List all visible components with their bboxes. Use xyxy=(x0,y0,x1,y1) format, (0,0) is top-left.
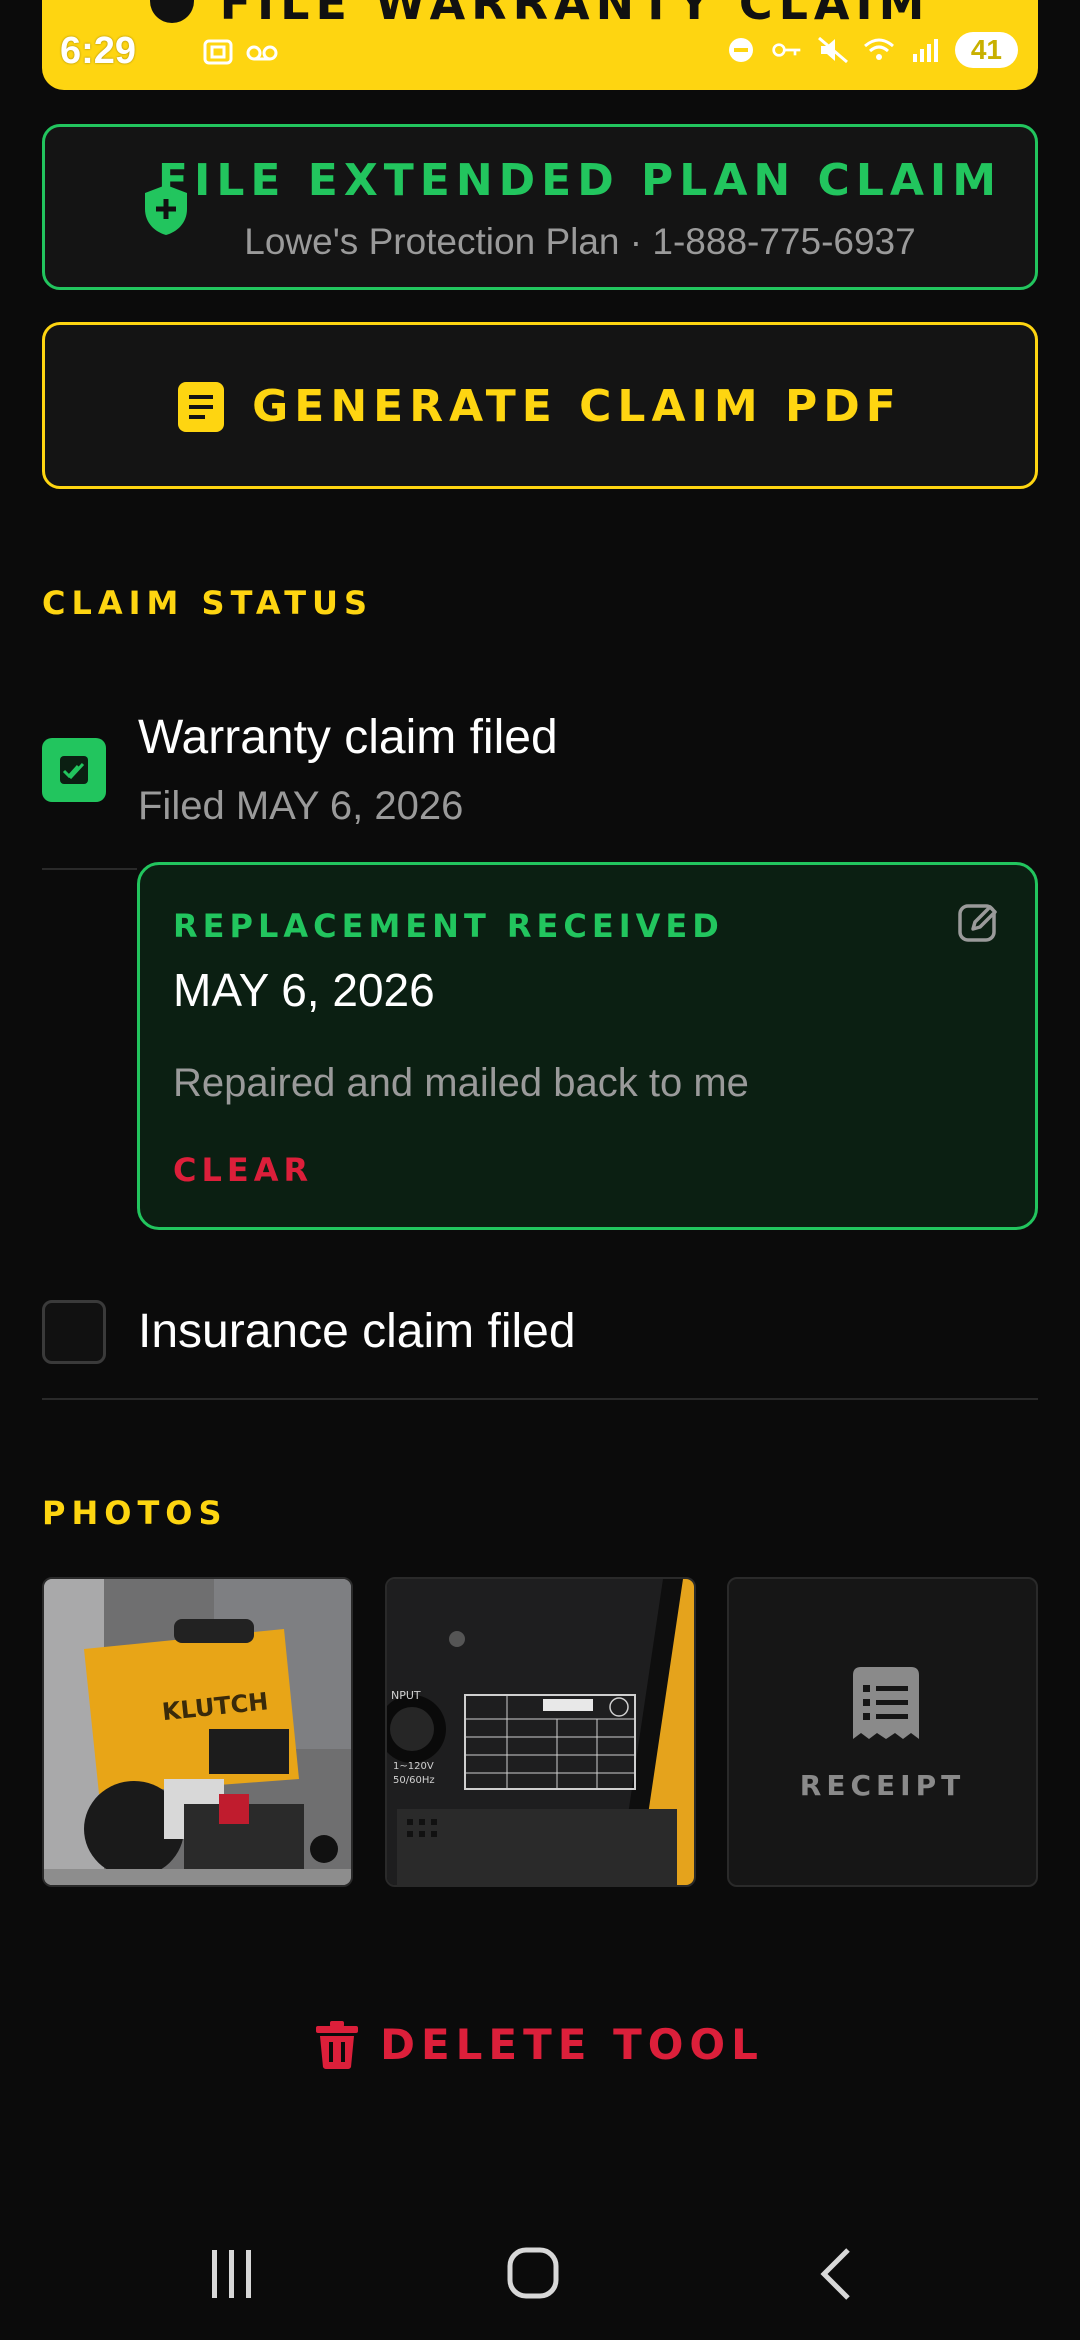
warranty-claim-checkbox[interactable] xyxy=(42,738,106,802)
top-banner: FILE WARRANTY CLAIM 6:29 41 xyxy=(42,0,1038,90)
key-icon xyxy=(772,43,801,57)
insurance-claim-row[interactable]: Insurance claim filed xyxy=(42,1296,1038,1366)
claim-status-header: CLAIM STATUS xyxy=(42,584,374,622)
divider xyxy=(42,1398,1038,1400)
voicemail-icon xyxy=(246,45,278,61)
extended-plan-subtitle: Lowe's Protection Plan · 1-888-775-6937 xyxy=(244,221,916,262)
home-icon[interactable] xyxy=(504,2246,564,2302)
recent-apps-icon[interactable] xyxy=(202,2246,262,2302)
system-nav-bar xyxy=(0,2200,1080,2340)
edit-icon[interactable] xyxy=(957,901,1001,945)
warranty-claim-date: Filed MAY 6, 2026 xyxy=(138,784,464,828)
insurance-claim-checkbox[interactable] xyxy=(42,1300,106,1364)
battery-indicator: 41 xyxy=(954,32,1018,68)
divider xyxy=(42,868,137,870)
photo-welder-label[interactable]: NPUT 1~120V 50/60Hz xyxy=(385,1577,696,1887)
document-icon xyxy=(178,381,225,432)
file-extended-plan-claim-button[interactable]: FILE EXTENDED PLAN CLAIM Lowe's Protecti… xyxy=(42,124,1038,290)
replacement-note: Repaired and mailed back to me xyxy=(173,1061,749,1105)
banner-title: FILE WARRANTY CLAIM xyxy=(42,0,1038,30)
trash-icon xyxy=(316,2020,359,2069)
replacement-heading: REPLACEMENT RECEIVED xyxy=(173,907,724,945)
replacement-date: MAY 6, 2026 xyxy=(173,964,435,1016)
svg-text:NPUT: NPUT xyxy=(391,1689,421,1702)
mute-icon xyxy=(817,36,848,64)
generate-claim-pdf-button[interactable]: GENERATE CLAIM PDF xyxy=(42,322,1038,489)
photo-welder-front[interactable]: KLUTCH xyxy=(42,1577,353,1887)
back-icon[interactable] xyxy=(808,2246,868,2302)
insurance-claim-label: Insurance claim filed xyxy=(138,1305,576,1358)
delete-tool-label: DELETE TOOL xyxy=(380,2020,764,2069)
receipt-label: RECEIPT xyxy=(799,1769,966,1802)
banner-title-text: FILE WARRANTY CLAIM xyxy=(219,0,931,30)
do-not-disturb-icon xyxy=(728,38,753,62)
welder-photo-image: KLUTCH xyxy=(44,1579,351,1885)
warranty-claim-row[interactable]: Warranty claim filed Filed MAY 6, 2026 xyxy=(42,704,1038,854)
status-right-icons: 41 xyxy=(725,32,1018,68)
double-check-icon xyxy=(60,756,88,784)
replacement-received-card[interactable]: REPLACEMENT RECEIVED MAY 6, 2026 Repaire… xyxy=(137,862,1038,1230)
screenshot-icon xyxy=(203,39,233,65)
shield-icon xyxy=(149,0,194,23)
extended-plan-title: FILE EXTENDED PLAN CLAIM xyxy=(157,155,1003,206)
status-time: 6:29 xyxy=(60,30,137,72)
receipt-icon xyxy=(853,1667,919,1739)
delete-tool-button[interactable]: DELETE TOOL xyxy=(0,2020,1080,2069)
pdf-button-label: GENERATE CLAIM PDF xyxy=(252,381,902,432)
wifi-icon xyxy=(863,38,894,60)
warranty-claim-label: Warranty claim filed xyxy=(138,711,558,764)
photos-header: PHOTOS xyxy=(42,1494,228,1532)
clear-button[interactable]: CLEAR xyxy=(173,1151,313,1189)
status-left-icons xyxy=(202,38,278,66)
label-photo-image: NPUT 1~120V 50/60Hz xyxy=(387,1579,694,1885)
receipt-tile[interactable]: RECEIPT xyxy=(727,1577,1038,1887)
svg-text:1~120V: 1~120V xyxy=(393,1761,434,1772)
pdf-button-content: GENERATE CLAIM PDF xyxy=(45,381,1035,432)
svg-text:50/60Hz: 50/60Hz xyxy=(393,1775,435,1786)
signal-icon xyxy=(912,39,938,62)
